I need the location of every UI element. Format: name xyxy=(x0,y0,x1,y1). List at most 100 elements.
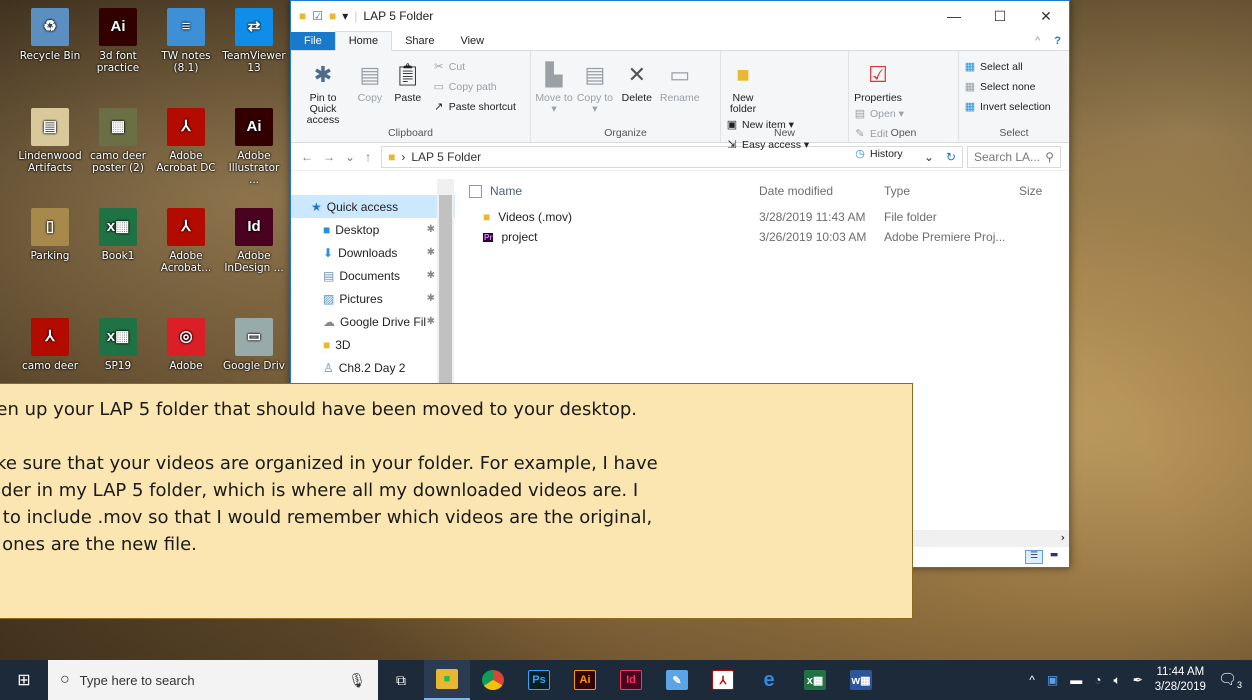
pen-icon[interactable]: ✒ xyxy=(1133,673,1143,687)
large-icons-view-icon[interactable]: ▬ xyxy=(1045,550,1063,564)
collapse-ribbon-icon[interactable]: ^ xyxy=(1029,35,1046,50)
address-dropdown-icon[interactable]: ⌄ xyxy=(924,150,934,164)
refresh-icon[interactable]: ↻ xyxy=(940,150,962,164)
taskbar-acrobat[interactable]: ⅄ xyxy=(700,660,746,700)
help-icon[interactable]: ? xyxy=(1046,35,1069,50)
taskbar-illustrator[interactable]: Ai xyxy=(562,660,608,700)
nav-item[interactable]: ☁ Google Drive Fil ✱ xyxy=(291,310,455,333)
tab-file[interactable]: File xyxy=(291,32,335,50)
scroll-right-icon[interactable]: › xyxy=(1061,531,1065,544)
pin-icon[interactable]: ✱ xyxy=(427,247,435,258)
wifi-icon[interactable]: ◔ xyxy=(1094,673,1101,687)
tab-view[interactable]: View xyxy=(447,32,497,50)
desktop-icon[interactable]: ≡ TW notes (8.1) xyxy=(154,8,218,74)
security-icon[interactable]: ▣ xyxy=(1047,673,1058,687)
battery-icon[interactable]: ▬ xyxy=(1070,673,1082,687)
taskbar-edge[interactable]: e xyxy=(746,660,792,700)
search-input[interactable]: Search LA... ⚲ xyxy=(967,145,1061,168)
delete-button[interactable]: ✕ Delete xyxy=(617,57,657,104)
pin-icon[interactable]: ✱ xyxy=(427,316,435,327)
new-folder-button[interactable]: ■ New folder xyxy=(725,57,761,115)
column-date[interactable]: Date modified xyxy=(759,184,884,198)
details-view-icon[interactable]: ☰ xyxy=(1025,550,1043,564)
history-button[interactable]: ◷ History xyxy=(853,144,904,164)
nav-scrollbar-thumb[interactable] xyxy=(439,195,452,385)
taskbar-word[interactable]: w▦ xyxy=(838,660,884,700)
tab-home[interactable]: Home xyxy=(334,31,393,51)
close-button[interactable]: ✕ xyxy=(1023,8,1069,25)
copy-path-button[interactable]: ▭ Copy path xyxy=(432,77,516,97)
taskbar-photoshop[interactable]: Ps xyxy=(516,660,562,700)
open-button[interactable]: ▤ Open ▾ xyxy=(853,104,904,124)
select-none-button[interactable]: ▦ Select none xyxy=(963,77,1065,97)
file-row[interactable]: ■ Videos (.mov) 3/28/2019 11:43 AM File fol… xyxy=(459,207,1069,227)
nav-item[interactable]: ★ Quick access xyxy=(291,195,455,218)
taskbar-notepad[interactable]: ✎ xyxy=(654,660,700,700)
move-to-button[interactable]: ▙ Move to ▾ xyxy=(535,57,573,115)
paste-button[interactable]: 📋︎ Paste xyxy=(389,57,427,104)
properties-button[interactable]: ☑ Properties xyxy=(853,57,903,104)
microphone-icon[interactable]: 🎙︎ xyxy=(348,672,366,689)
desktop-icon[interactable]: Ai 3d font practice xyxy=(86,8,150,74)
column-name[interactable]: Name xyxy=(459,184,759,198)
up-icon[interactable]: ↑ xyxy=(365,150,371,164)
desktop-icon[interactable]: Ai Adobe Illustrator ... xyxy=(222,108,286,186)
nav-item[interactable]: ⬇ Downloads ✱ xyxy=(291,241,455,264)
cut-button[interactable]: ✂ Cut xyxy=(432,57,516,77)
breadcrumb[interactable]: LAP 5 Folder xyxy=(411,150,481,164)
select-all-checkbox[interactable] xyxy=(469,184,482,198)
rename-button[interactable]: ▭ Rename xyxy=(660,57,700,104)
copy-button[interactable]: ▤ Copy xyxy=(354,57,386,104)
column-size[interactable]: Size xyxy=(1019,184,1059,198)
desktop-icon[interactable]: ▤ Lindenwood Artifacts xyxy=(18,108,82,174)
desktop-icon[interactable]: ▭ Google Driv xyxy=(222,318,286,372)
tab-share[interactable]: Share xyxy=(392,32,447,50)
copy-to-button[interactable]: ▤ Copy to ▾ xyxy=(576,57,614,115)
minimize-button[interactable]: — xyxy=(931,8,977,25)
nav-item[interactable]: ■ 3D xyxy=(291,333,455,356)
file-row[interactable]: Pr project 3/26/2019 10:03 AM Adobe Premier… xyxy=(459,227,1069,247)
pin-icon[interactable]: ✱ xyxy=(427,224,435,235)
desktop-icon[interactable]: ♻ Recycle Bin xyxy=(18,8,82,62)
maximize-button[interactable]: ☐ xyxy=(977,8,1023,25)
nav-item[interactable]: ♙ Ch8.2 Day 2 xyxy=(291,356,455,379)
pin-icon[interactable]: ✱ xyxy=(427,293,435,304)
desktop-icon[interactable]: ◎ Adobe xyxy=(154,318,218,372)
pin-icon[interactable]: ✱ xyxy=(427,270,435,281)
taskbar-excel[interactable]: x▦ xyxy=(792,660,838,700)
desktop-icon[interactable]: ▯ Parking xyxy=(18,208,82,262)
invert-selection-button[interactable]: ▦ Invert selection xyxy=(963,97,1065,117)
recent-dropdown-icon[interactable]: ⌄ xyxy=(345,150,355,164)
show-hidden-icons[interactable]: ^ xyxy=(1029,673,1035,687)
desktop-icon[interactable]: x▦ Book1 xyxy=(86,208,150,262)
nav-item[interactable]: ■ Desktop ✱ xyxy=(291,218,455,241)
select-all-button[interactable]: ▦ Select all xyxy=(963,57,1065,77)
taskbar-chrome[interactable] xyxy=(470,660,516,700)
nav-item[interactable]: ▤ Documents ✱ xyxy=(291,264,455,287)
taskbar-indesign[interactable]: Id xyxy=(608,660,654,700)
desktop-icon[interactable]: ⇄ TeamViewer 13 xyxy=(222,8,286,74)
volume-icon[interactable]: 🔈︎ xyxy=(1114,673,1121,688)
desktop-icon[interactable]: ⅄ Adobe Acrobat DC xyxy=(154,108,218,174)
desktop-icon[interactable]: ▦ camo deer poster (2) xyxy=(86,108,150,174)
desktop-icon[interactable]: Id Adobe InDesign ... xyxy=(222,208,286,274)
properties-qat-icon[interactable]: ☑ xyxy=(312,9,323,23)
pin-quick-access-button[interactable]: ✱ Pin to Quick access xyxy=(295,57,351,126)
title-bar[interactable]: ■ ☑ ■ ▾ | LAP 5 Folder — ☐ ✕ xyxy=(291,1,1069,31)
new-folder-qat-icon[interactable]: ■ xyxy=(329,9,336,23)
taskbar-search[interactable]: ○ Type here to search 🎙︎ xyxy=(48,660,378,700)
desktop-icon[interactable]: ⅄ camo deer xyxy=(18,318,82,372)
back-icon[interactable]: ← xyxy=(301,150,313,164)
qat-dropdown-icon[interactable]: ▾ xyxy=(342,9,348,23)
paste-shortcut-button[interactable]: ↗ Paste shortcut xyxy=(432,97,516,117)
forward-icon[interactable]: → xyxy=(323,150,335,164)
notifications-icon[interactable]: 🗨︎3 xyxy=(1218,670,1242,690)
task-view-button[interactable]: ⧉ xyxy=(378,660,424,700)
clock[interactable]: 11:44 AM 3/28/2019 xyxy=(1155,665,1206,695)
desktop-icon[interactable]: ⅄ Adobe Acrobat... xyxy=(154,208,218,274)
column-type[interactable]: Type xyxy=(884,184,1019,198)
taskbar-file-explorer[interactable]: ■ xyxy=(424,660,470,700)
start-button[interactable]: ⊞ xyxy=(0,670,48,690)
desktop-icon[interactable]: x▦ SP19 xyxy=(86,318,150,372)
nav-item[interactable]: ▨ Pictures ✱ xyxy=(291,287,455,310)
